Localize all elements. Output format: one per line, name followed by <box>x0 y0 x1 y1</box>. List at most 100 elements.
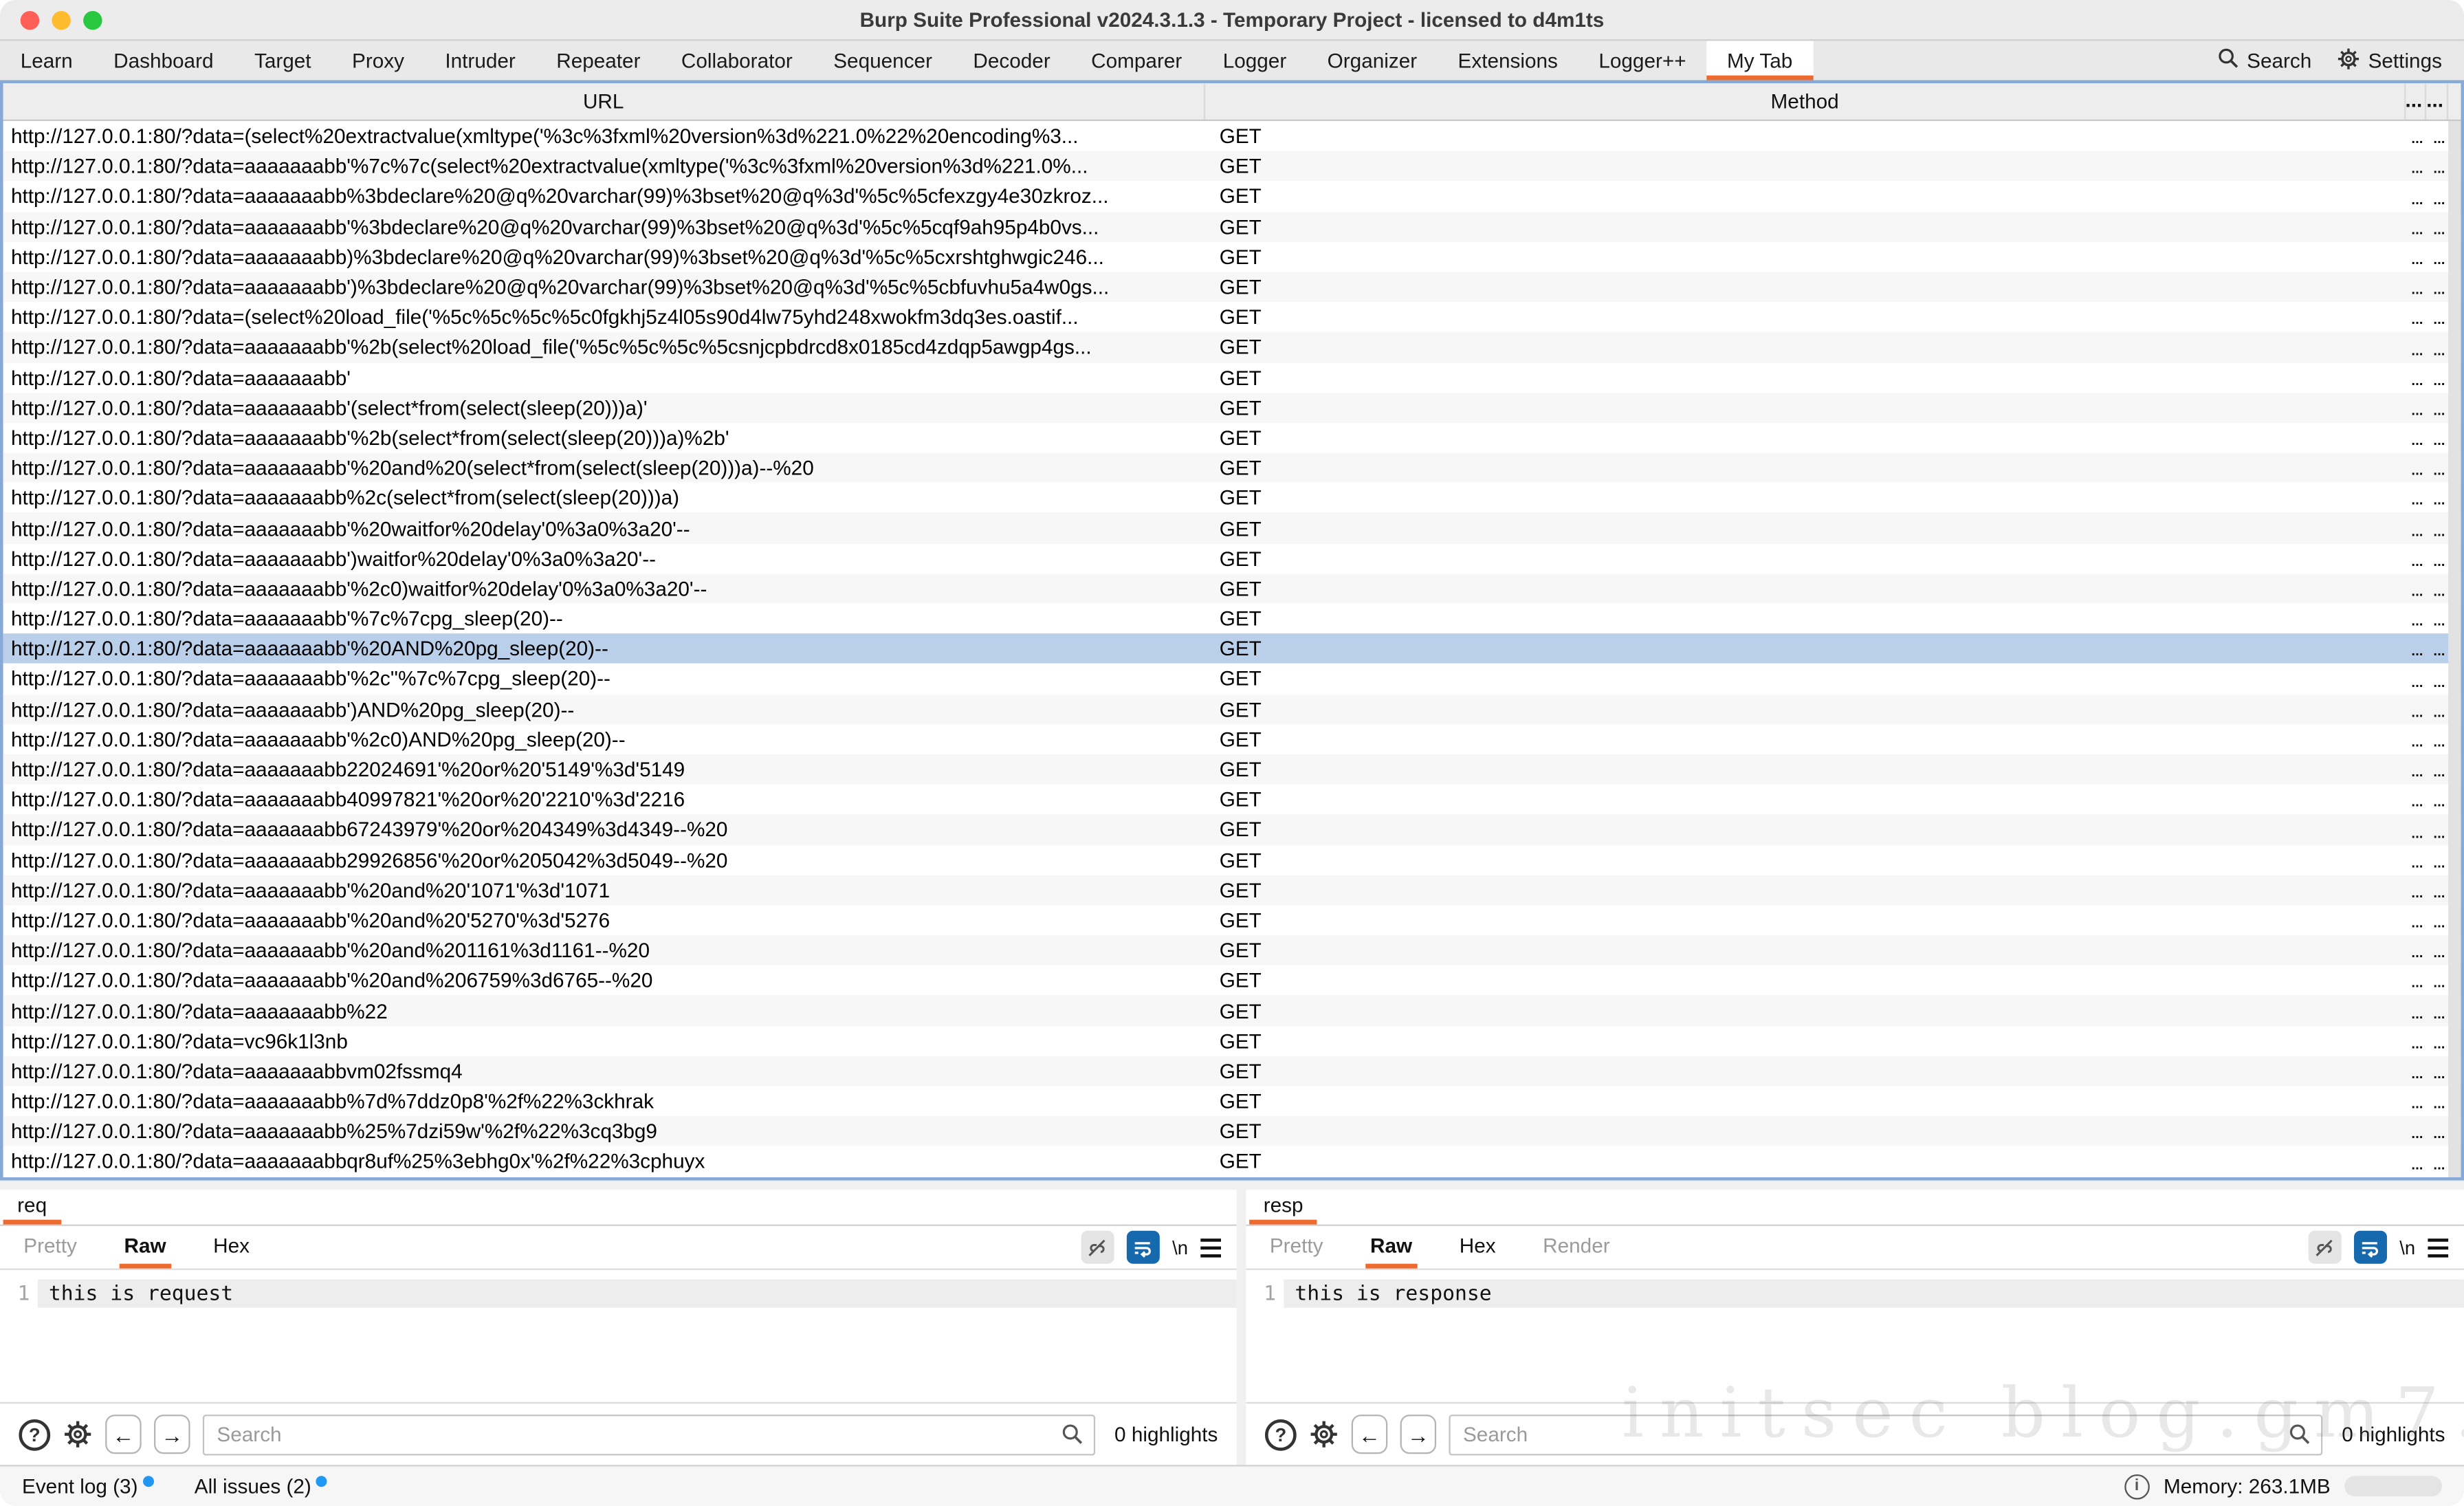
horizontal-splitter[interactable] <box>0 1181 2464 1190</box>
tab-dashboard[interactable]: Dashboard <box>93 41 234 80</box>
tab-organizer[interactable]: Organizer <box>1307 41 1438 80</box>
show-non-printable-icon[interactable] <box>2309 1231 2342 1264</box>
table-row[interactable]: http://127.0.0.1:80/?data=aaaaaaabb'%2c0… <box>3 574 2461 604</box>
search-magnifier-icon[interactable] <box>1061 1421 1084 1453</box>
resp-subtab-raw[interactable]: Raw <box>1365 1226 1417 1269</box>
tab-req[interactable]: req <box>3 1190 61 1224</box>
cell-overflow-2: ... <box>2426 634 2448 664</box>
all-issues-button[interactable]: All issues (2) <box>195 1474 327 1498</box>
table-row[interactable]: http://127.0.0.1:80/?data=aaaaaaabb40997… <box>3 785 2461 815</box>
table-row[interactable]: http://127.0.0.1:80/?data=aaaaaaabb')wai… <box>3 543 2461 574</box>
tab-intruder[interactable]: Intruder <box>425 41 536 80</box>
cell-overflow-1: ... <box>2406 694 2426 724</box>
tab-collaborator[interactable]: Collaborator <box>661 41 813 80</box>
table-row[interactable]: http://127.0.0.1:80/?data=aaaaaaabbvm02f… <box>3 1056 2461 1087</box>
table-row[interactable]: http://127.0.0.1:80/?data=aaaaaaabb'%2c'… <box>3 664 2461 694</box>
table-row[interactable]: http://127.0.0.1:80/?data=aaaaaaabb'%3bd… <box>3 212 2461 242</box>
resp-subtab-pretty[interactable]: Pretty <box>1265 1226 1328 1269</box>
tab-sequencer[interactable]: Sequencer <box>813 41 953 80</box>
search-magnifier-icon[interactable] <box>2288 1421 2311 1453</box>
table-row[interactable]: http://127.0.0.1:80/?data=vc96k1l3nbGET.… <box>3 1026 2461 1056</box>
table-row[interactable]: http://127.0.0.1:80/?data=aaaaaaabbqr8uf… <box>3 1146 2461 1177</box>
tab-decoder[interactable]: Decoder <box>953 41 1071 80</box>
table-row[interactable]: http://127.0.0.1:80/?data=aaaaaaabb%2c(s… <box>3 483 2461 513</box>
search-settings-gear-icon[interactable] <box>63 1419 92 1449</box>
table-row[interactable]: http://127.0.0.1:80/?data=aaaaaaabb'%20a… <box>3 935 2461 965</box>
tab-learn[interactable]: Learn <box>0 41 93 80</box>
column-header-url[interactable]: URL <box>3 83 1206 120</box>
editor-menu-icon[interactable] <box>1200 1238 1221 1256</box>
req-subtab-hex[interactable]: Hex <box>208 1226 254 1269</box>
next-match-button[interactable]: → <box>154 1415 190 1454</box>
help-icon[interactable]: ? <box>1265 1419 1297 1450</box>
table-row[interactable]: http://127.0.0.1:80/?data=aaaaaaabb'%20A… <box>3 634 2461 664</box>
table-row[interactable]: http://127.0.0.1:80/?data=aaaaaaabb')AND… <box>3 694 2461 724</box>
zoom-window-button[interactable] <box>83 10 102 29</box>
req-subtab-raw[interactable]: Raw <box>120 1226 171 1269</box>
cell-overflow-2: ... <box>2426 694 2448 724</box>
resp-subtab-hex[interactable]: Hex <box>1455 1226 1501 1269</box>
table-row[interactable]: http://127.0.0.1:80/?data=aaaaaaabb'%2b(… <box>3 332 2461 362</box>
table-row[interactable]: http://127.0.0.1:80/?data=(select%20extr… <box>3 121 2461 151</box>
newline-toggle-icon[interactable]: \n <box>1172 1236 1188 1258</box>
req-subtab-pretty[interactable]: Pretty <box>19 1226 81 1269</box>
resp-search-input[interactable] <box>1449 1414 2322 1454</box>
table-row[interactable]: http://127.0.0.1:80/?data=aaaaaaabb%3bde… <box>3 182 2461 212</box>
minimize-window-button[interactable] <box>52 10 70 29</box>
table-row[interactable]: http://127.0.0.1:80/?data=aaaaaaabb')%3b… <box>3 272 2461 302</box>
wrap-lines-icon[interactable] <box>1127 1231 1160 1264</box>
column-header-overflow-1[interactable]: ... <box>2406 83 2426 120</box>
table-row[interactable]: http://127.0.0.1:80/?data=aaaaaaabb22024… <box>3 754 2461 785</box>
table-row[interactable]: http://127.0.0.1:80/?data=aaaaaaabb'%2c0… <box>3 724 2461 754</box>
previous-match-button[interactable]: ← <box>1352 1415 1388 1454</box>
tab-resp[interactable]: resp <box>1249 1190 1317 1224</box>
show-non-printable-icon[interactable] <box>1081 1231 1114 1264</box>
resp-editor[interactable]: 1 this is response <box>1246 1270 2464 1402</box>
column-header-method[interactable]: Method <box>1205 83 2406 120</box>
wrap-lines-icon[interactable] <box>2354 1231 2387 1264</box>
tab-my-tab[interactable]: My Tab <box>1706 41 1813 80</box>
event-log-button[interactable]: Event log (3) <box>22 1474 153 1498</box>
table-row[interactable]: http://127.0.0.1:80/?data=aaaaaaabb'%20a… <box>3 452 2461 483</box>
req-search-input[interactable] <box>203 1414 1096 1454</box>
table-row[interactable]: http://127.0.0.1:80/?data=aaaaaaabb29926… <box>3 845 2461 875</box>
table-row[interactable]: http://127.0.0.1:80/?data=aaaaaaabb'(sel… <box>3 393 2461 423</box>
editor-menu-icon[interactable] <box>2428 1238 2448 1256</box>
table-row[interactable]: http://127.0.0.1:80/?data=aaaaaaabb'GET.… <box>3 362 2461 393</box>
table-row[interactable]: http://127.0.0.1:80/?data=aaaaaaabb67243… <box>3 815 2461 845</box>
table-row[interactable]: http://127.0.0.1:80/?data=aaaaaaabb'%7c%… <box>3 151 2461 182</box>
tab-extensions[interactable]: Extensions <box>1438 41 1578 80</box>
req-editor[interactable]: 1 this is request <box>0 1270 1237 1402</box>
tab-target[interactable]: Target <box>234 41 331 80</box>
table-row[interactable]: http://127.0.0.1:80/?data=aaaaaaabb)%3bd… <box>3 241 2461 272</box>
vertical-splitter[interactable] <box>1237 1190 1246 1465</box>
table-row[interactable]: http://127.0.0.1:80/?data=aaaaaaabb'%20w… <box>3 513 2461 543</box>
resp-subtab-render[interactable]: Render <box>1538 1226 1614 1269</box>
settings-button[interactable]: Settings <box>2337 46 2442 74</box>
cell-overflow-1: ... <box>2406 362 2426 393</box>
help-icon[interactable]: ? <box>19 1419 50 1450</box>
table-scrollbar[interactable] <box>2448 121 2461 1177</box>
table-row[interactable]: http://127.0.0.1:80/?data=aaaaaaabb'%7c%… <box>3 604 2461 634</box>
table-row[interactable]: http://127.0.0.1:80/?data=aaaaaaabb'%20a… <box>3 875 2461 905</box>
previous-match-button[interactable]: ← <box>105 1415 142 1454</box>
tab-logger-[interactable]: Logger++ <box>1578 41 1707 80</box>
tab-comparer[interactable]: Comparer <box>1070 41 1202 80</box>
search-button[interactable]: Search <box>2217 47 2312 74</box>
next-match-button[interactable]: → <box>1400 1415 1437 1454</box>
close-window-button[interactable] <box>21 10 39 29</box>
table-row[interactable]: http://127.0.0.1:80/?data=aaaaaaabb'%2b(… <box>3 423 2461 453</box>
newline-toggle-icon[interactable]: \n <box>2399 1236 2415 1258</box>
table-row[interactable]: http://127.0.0.1:80/?data=aaaaaaabb'%20a… <box>3 965 2461 996</box>
table-row[interactable]: http://127.0.0.1:80/?data=aaaaaaabb%22GE… <box>3 996 2461 1026</box>
table-row[interactable]: http://127.0.0.1:80/?data=aaaaaaabb'%20a… <box>3 905 2461 935</box>
table-row[interactable]: http://127.0.0.1:80/?data=(select%20load… <box>3 302 2461 332</box>
tab-logger[interactable]: Logger <box>1202 41 1307 80</box>
column-header-overflow-2[interactable]: ... <box>2426 83 2448 120</box>
table-row[interactable]: http://127.0.0.1:80/?data=aaaaaaabb%25%7… <box>3 1116 2461 1146</box>
info-icon[interactable]: i <box>2124 1474 2150 1499</box>
search-settings-gear-icon[interactable] <box>1309 1419 1339 1449</box>
table-row[interactable]: http://127.0.0.1:80/?data=aaaaaaabb%7d%7… <box>3 1086 2461 1116</box>
tab-proxy[interactable]: Proxy <box>331 41 424 80</box>
tab-repeater[interactable]: Repeater <box>536 41 661 80</box>
